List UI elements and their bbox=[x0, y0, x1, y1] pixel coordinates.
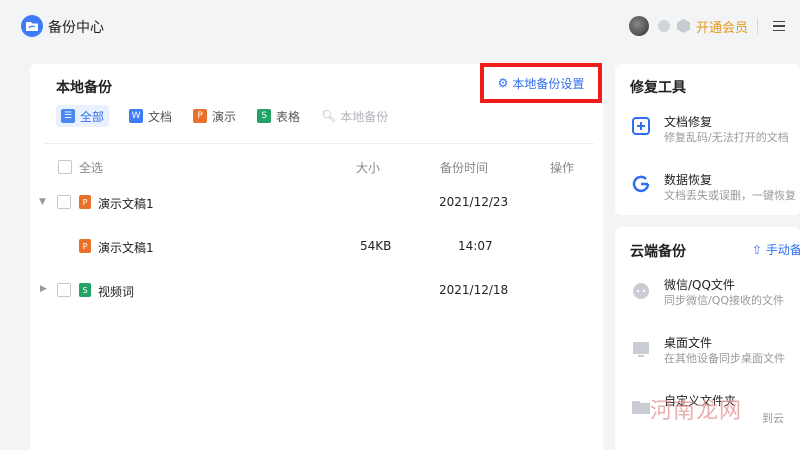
doc-repair-subtitle: 修复乱码/无法打开的文档 bbox=[664, 131, 789, 144]
search-placeholder: 本地备份 bbox=[340, 109, 389, 124]
desktop-icon bbox=[633, 342, 649, 357]
file-name: 演示文稿1 bbox=[98, 241, 154, 255]
sheet-file-icon: S bbox=[79, 283, 91, 297]
table-row[interactable]: ▶ S 视频词 2021/12/18 bbox=[0, 277, 573, 307]
backup-time: 14:07 bbox=[458, 239, 493, 253]
folder-icon bbox=[632, 401, 650, 414]
cloud-backup-title: 云端备份 bbox=[630, 244, 686, 260]
data-recovery-icon bbox=[632, 175, 650, 193]
tab-label: 文档 bbox=[148, 109, 173, 124]
tab-all[interactable]: ☰ 全部 bbox=[56, 105, 110, 127]
backup-time: 2021/12/18 bbox=[439, 283, 509, 297]
custom-folder-subtitle: 到云 bbox=[762, 412, 784, 425]
tab-sheets[interactable]: S 表格 bbox=[257, 105, 300, 127]
column-select-all: 全选 bbox=[79, 161, 104, 175]
file-type-tabs: ☰ 全部 W 文档 P 演示 S 表格 🔍︎ 本地备份 bbox=[56, 105, 388, 127]
tab-docs[interactable]: W 文档 bbox=[129, 105, 172, 127]
member-badge-icon[interactable] bbox=[658, 20, 670, 32]
avatar[interactable] bbox=[629, 16, 649, 36]
table-row[interactable]: ▼ P 演示文稿1 2021/12/23 bbox=[0, 189, 573, 219]
upload-icon: ⇧ bbox=[752, 243, 763, 257]
gear-icon: ⚙ bbox=[497, 76, 509, 90]
table-row[interactable]: P 演示文稿1 54KB 14:07 bbox=[0, 233, 573, 263]
word-icon: W bbox=[129, 109, 144, 123]
list-icon: ☰ bbox=[61, 109, 75, 123]
watermark-text: 河南龙网 bbox=[650, 399, 743, 424]
file-name: 视频词 bbox=[98, 285, 135, 299]
top-bar: 备份中心 开通会员 bbox=[0, 0, 800, 52]
ppt-file-icon: P bbox=[79, 239, 91, 253]
logo-icon bbox=[21, 15, 43, 37]
settings-label: 本地备份设置 bbox=[512, 76, 585, 91]
desktop-files-subtitle: 在其他设备同步桌面文件 bbox=[664, 352, 785, 365]
sheet-icon: S bbox=[257, 109, 272, 123]
backup-time: 2021/12/23 bbox=[439, 195, 509, 209]
tab-label: 表格 bbox=[276, 109, 301, 124]
expand-caret-icon[interactable]: ▼ bbox=[39, 197, 46, 207]
tab-label: 全部 bbox=[80, 109, 105, 124]
desktop-files-title[interactable]: 桌面文件 bbox=[664, 334, 712, 351]
row-checkbox[interactable] bbox=[57, 195, 71, 209]
repair-tools-title: 修复工具 bbox=[630, 80, 686, 96]
ppt-file-icon: P bbox=[79, 195, 91, 209]
row-checkbox[interactable] bbox=[57, 283, 71, 297]
data-recovery-subtitle: 文档丢失或误删，一键恢复 bbox=[664, 189, 796, 202]
expand-caret-icon[interactable]: ▶ bbox=[40, 284, 47, 294]
local-backup-title: 本地备份 bbox=[56, 80, 112, 96]
file-size: 54KB bbox=[360, 239, 392, 253]
vip-button[interactable]: 开通会员 bbox=[696, 17, 748, 36]
shield-badge-icon[interactable] bbox=[677, 19, 690, 33]
header-divider bbox=[757, 18, 758, 34]
table-header: 全选 大小 备份时间 操作 bbox=[56, 157, 576, 177]
manual-backup-button[interactable]: ⇧ 手动备 bbox=[752, 241, 800, 258]
file-name: 演示文稿1 bbox=[98, 197, 154, 211]
app-title: 备份中心 bbox=[48, 20, 104, 36]
column-time: 备份时间 bbox=[440, 161, 489, 175]
local-backup-settings-button[interactable]: ⚙ 本地备份设置 bbox=[480, 63, 602, 103]
manual-backup-label: 手动备 bbox=[765, 243, 800, 257]
menu-icon[interactable] bbox=[773, 21, 785, 31]
search-input[interactable]: 🔍︎ 本地备份 bbox=[321, 108, 388, 125]
tab-label: 演示 bbox=[212, 109, 237, 124]
chat-files-subtitle: 同步微信/QQ接收的文件 bbox=[664, 294, 785, 307]
ppt-icon: P bbox=[193, 109, 208, 123]
column-size: 大小 bbox=[356, 161, 381, 175]
column-action: 操作 bbox=[550, 161, 575, 175]
chat-cloud-icon bbox=[633, 283, 649, 299]
tab-presentations[interactable]: P 演示 bbox=[193, 105, 236, 127]
select-all-checkbox[interactable] bbox=[58, 160, 72, 174]
search-icon: 🔍︎ bbox=[321, 109, 337, 123]
doc-repair-title[interactable]: 文档修复 bbox=[664, 113, 712, 130]
data-recovery-title[interactable]: 数据恢复 bbox=[664, 171, 712, 188]
chat-files-title[interactable]: 微信/QQ文件 bbox=[664, 276, 735, 293]
table-top-divider bbox=[44, 143, 594, 144]
doc-repair-icon bbox=[632, 117, 650, 135]
